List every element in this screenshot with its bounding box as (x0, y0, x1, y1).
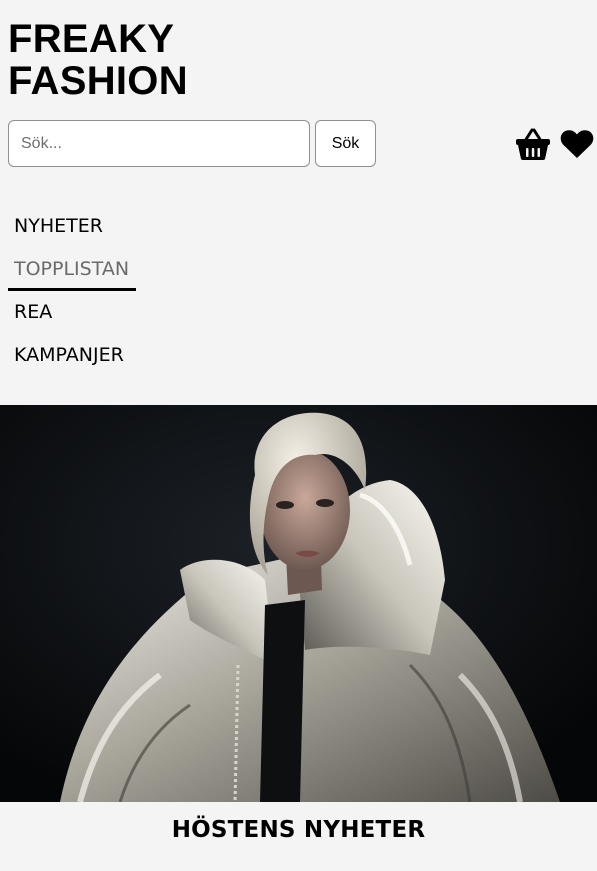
search-input[interactable] (8, 120, 310, 167)
site-logo[interactable]: FREAKY FASHION (8, 18, 188, 102)
nav-item-topplistan[interactable]: TOPPLISTAN (8, 248, 137, 291)
heart-icon[interactable] (559, 126, 595, 162)
section-title: HÖSTENS NYHETER (171, 817, 426, 843)
nav-item-kampanjer[interactable]: KAMPANJER (8, 334, 129, 377)
hero-image[interactable] (0, 405, 597, 802)
nav-item-nyheter[interactable]: NYHETER (8, 205, 129, 248)
basket-icon[interactable] (515, 126, 551, 162)
hero-illustration (0, 405, 597, 802)
main-navigation: NYHETER TOPPLISTAN REA KAMPANJER (8, 205, 137, 377)
logo-line-2: FASHION (8, 59, 188, 103)
logo-line-1: FREAKY (8, 17, 175, 61)
nav-item-rea[interactable]: REA (8, 291, 129, 334)
search-button[interactable]: Sök (315, 120, 376, 167)
